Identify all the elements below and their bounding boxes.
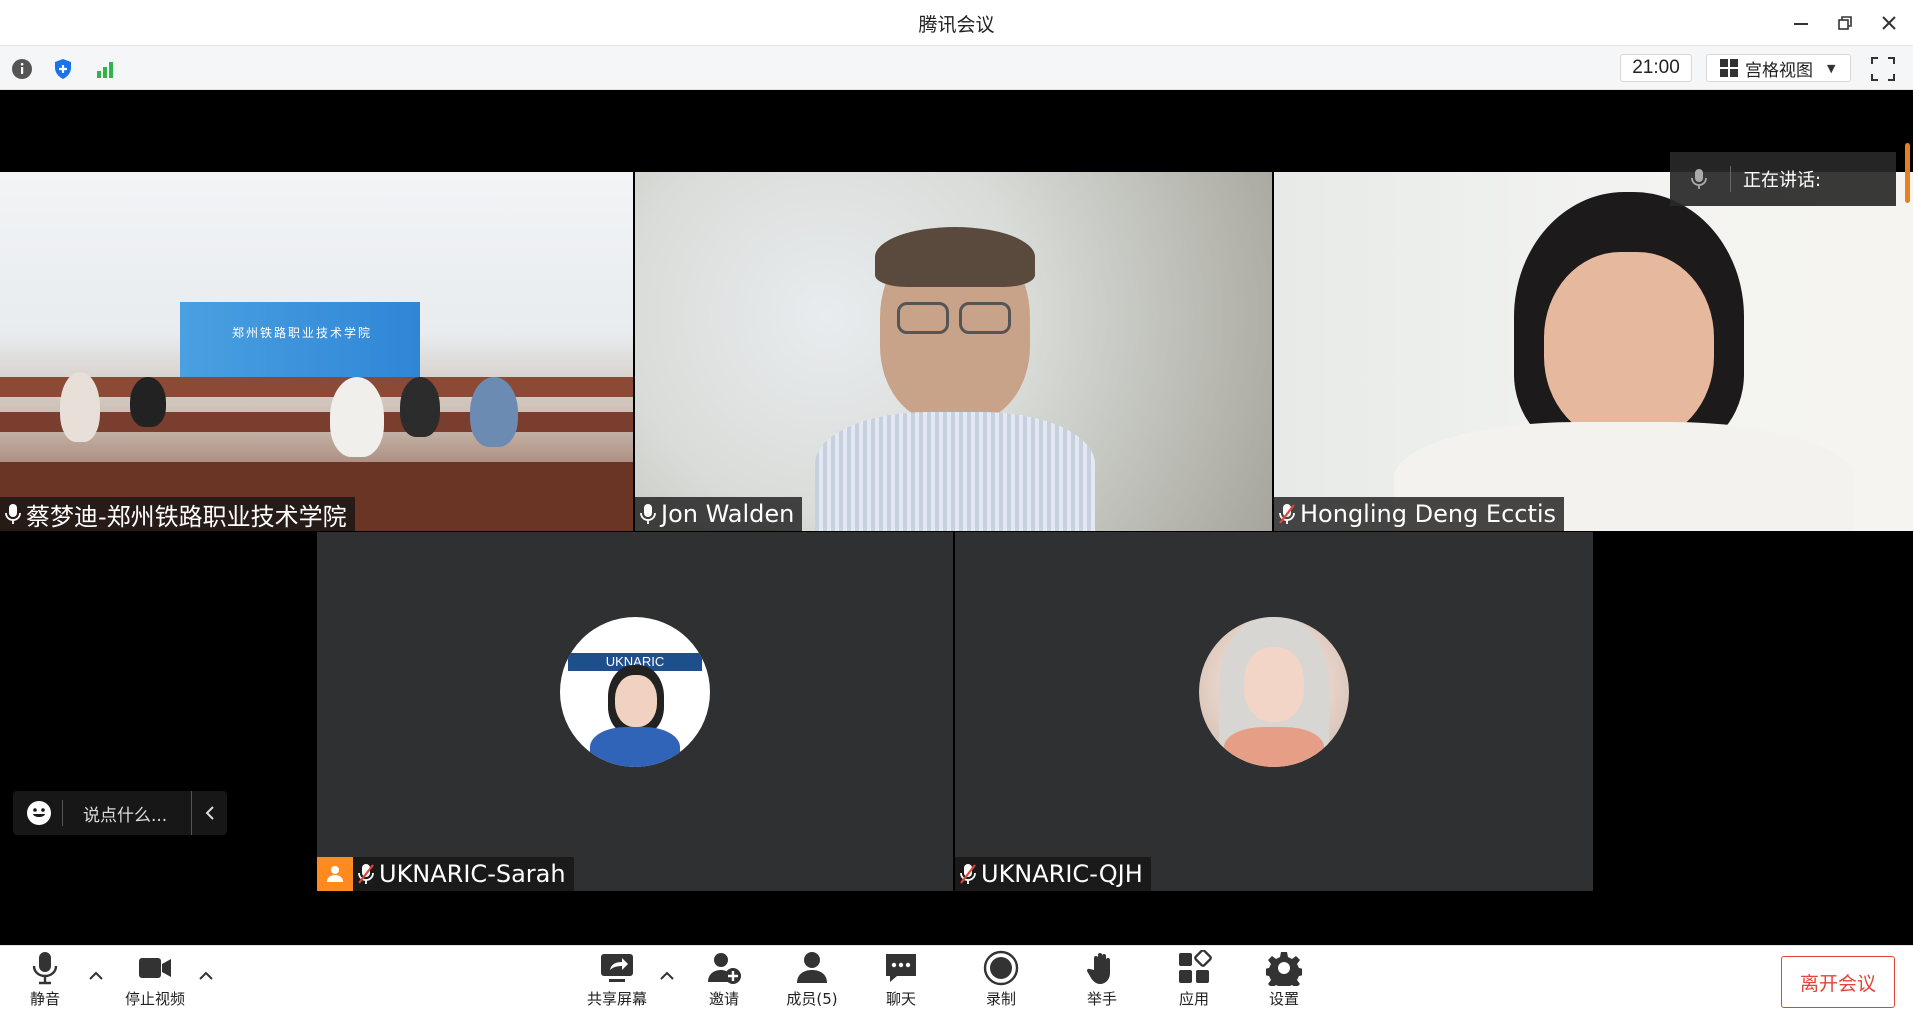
raise-hand-icon	[1086, 953, 1110, 984]
participant-name: UKNARIC-QJH	[981, 860, 1143, 888]
leave-meeting-button[interactable]: 离开会议	[1781, 956, 1895, 1008]
participant-name: Jon Walden	[661, 500, 795, 528]
participant-video	[635, 172, 1272, 531]
gear-icon	[1266, 952, 1302, 986]
participant-name: UKNARIC-Sarah	[379, 860, 566, 888]
video-tile-participant-2[interactable]: Jon Walden	[635, 172, 1272, 531]
invite-button[interactable]: 邀请	[684, 950, 764, 1012]
stop-video-button[interactable]: 停止视频	[115, 950, 195, 1012]
raise-hand-button[interactable]: 举手	[1062, 950, 1142, 1012]
speaking-indicator[interactable]: 正在讲话:	[1670, 152, 1896, 206]
microphone-icon	[32, 952, 58, 985]
network-signal-icon[interactable]	[92, 56, 118, 82]
window-title: 腾讯会议	[918, 14, 995, 36]
participant-nameplate: UKNARIC-QJH	[955, 857, 1151, 891]
participant-name: 蔡梦迪-郑州铁路职业技术学院	[26, 502, 347, 531]
chat-label: 聊天	[885, 990, 916, 1008]
video-camera-icon	[139, 958, 171, 978]
video-grid: 郑州铁路职业技术学院 蔡梦迪-郑州铁路职业技术学院 Jon Walden Hon…	[0, 91, 1913, 945]
speaking-label: 正在讲话:	[1743, 170, 1822, 191]
participant-video	[1274, 172, 1913, 531]
chevron-up-icon[interactable]	[659, 968, 675, 982]
video-tile-participant-4[interactable]: UKNARIC UKNARIC-Sarah	[317, 532, 953, 891]
video-tile-participant-5[interactable]: UKNARIC-QJH	[955, 532, 1593, 891]
mute-label: 静音	[29, 990, 60, 1008]
settings-button[interactable]: 设置	[1244, 950, 1324, 1012]
participant-nameplate: Jon Walden	[635, 497, 803, 531]
avatar	[1199, 617, 1349, 767]
apps-icon	[1179, 950, 1212, 983]
close-icon[interactable]	[1874, 8, 1904, 38]
microphone-muted-icon	[358, 864, 374, 884]
chat-icon	[886, 954, 916, 982]
college-banner: 郑州铁路职业技术学院	[180, 302, 420, 380]
meeting-toolbar: 静音 停止视频 共享屏幕 邀请 成员(5) 聊天 录制 举手 应用 设置 离开会…	[0, 945, 1913, 1013]
members-label: 成员(5)	[786, 990, 838, 1008]
mute-button[interactable]: 静音	[5, 950, 85, 1012]
settings-label: 设置	[1268, 990, 1299, 1008]
meeting-clock: 21:00	[1620, 54, 1692, 82]
raise-hand-label: 举手	[1086, 990, 1117, 1008]
view-mode-dropdown[interactable]: 宫格视图 ▼	[1706, 54, 1851, 82]
microphone-icon	[1691, 169, 1707, 189]
share-screen-label: 共享屏幕	[586, 990, 647, 1008]
share-screen-icon	[601, 954, 633, 982]
grid-view-icon	[1720, 59, 1738, 77]
apps-label: 应用	[1178, 990, 1209, 1008]
chevron-up-icon[interactable]	[198, 968, 214, 982]
record-label: 录制	[985, 990, 1016, 1008]
add-person-icon	[708, 953, 741, 984]
classroom-video: 郑州铁路职业技术学院	[0, 172, 633, 531]
microphone-muted-icon	[1279, 504, 1295, 524]
members-button[interactable]: 成员(5)	[772, 950, 852, 1012]
host-icon	[317, 857, 353, 891]
video-tile-participant-1[interactable]: 郑州铁路职业技术学院 蔡梦迪-郑州铁路职业技术学院	[0, 172, 633, 531]
participant-name: Hongling Deng Ecctis	[1300, 500, 1557, 528]
participant-nameplate: UKNARIC-Sarah	[317, 857, 574, 891]
banner-text: 郑州铁路职业技术学院	[232, 326, 373, 340]
speaking-scrollbar[interactable]	[1905, 143, 1910, 203]
members-icon	[797, 952, 827, 983]
info-icon[interactable]	[9, 56, 35, 82]
minimize-icon[interactable]	[1786, 8, 1816, 38]
apps-button[interactable]: 应用	[1154, 950, 1234, 1012]
avatar: UKNARIC	[560, 617, 710, 767]
participant-nameplate: Hongling Deng Ecctis	[1274, 497, 1565, 531]
security-shield-icon[interactable]	[50, 56, 76, 82]
chevron-left-icon[interactable]	[191, 791, 227, 835]
quick-chat-box[interactable]: 说点什么...	[13, 791, 227, 835]
invite-label: 邀请	[708, 990, 739, 1008]
video-tile-participant-3[interactable]: Hongling Deng Ecctis	[1274, 172, 1913, 531]
microphone-icon	[5, 504, 21, 524]
chat-button[interactable]: 聊天	[861, 950, 941, 1012]
record-button[interactable]: 录制	[961, 950, 1041, 1012]
title-bar: 腾讯会议	[0, 0, 1913, 46]
fullscreen-icon[interactable]	[1870, 56, 1896, 82]
participant-nameplate: 蔡梦迪-郑州铁路职业技术学院	[0, 497, 355, 531]
microphone-muted-icon	[960, 864, 976, 884]
info-bar: 21:00 宫格视图 ▼	[0, 46, 1913, 90]
restore-icon[interactable]	[1830, 8, 1860, 38]
record-icon	[983, 950, 1019, 986]
microphone-icon	[640, 504, 656, 524]
share-screen-button[interactable]: 共享屏幕	[577, 950, 657, 1012]
view-mode-label: 宫格视图	[1745, 60, 1813, 81]
chat-input[interactable]: 说点什么...	[83, 801, 191, 826]
emoji-icon[interactable]	[26, 800, 52, 826]
chevron-down-icon: ▼	[1827, 61, 1836, 75]
chevron-up-icon[interactable]	[88, 968, 104, 982]
stop-video-label: 停止视频	[124, 990, 185, 1008]
